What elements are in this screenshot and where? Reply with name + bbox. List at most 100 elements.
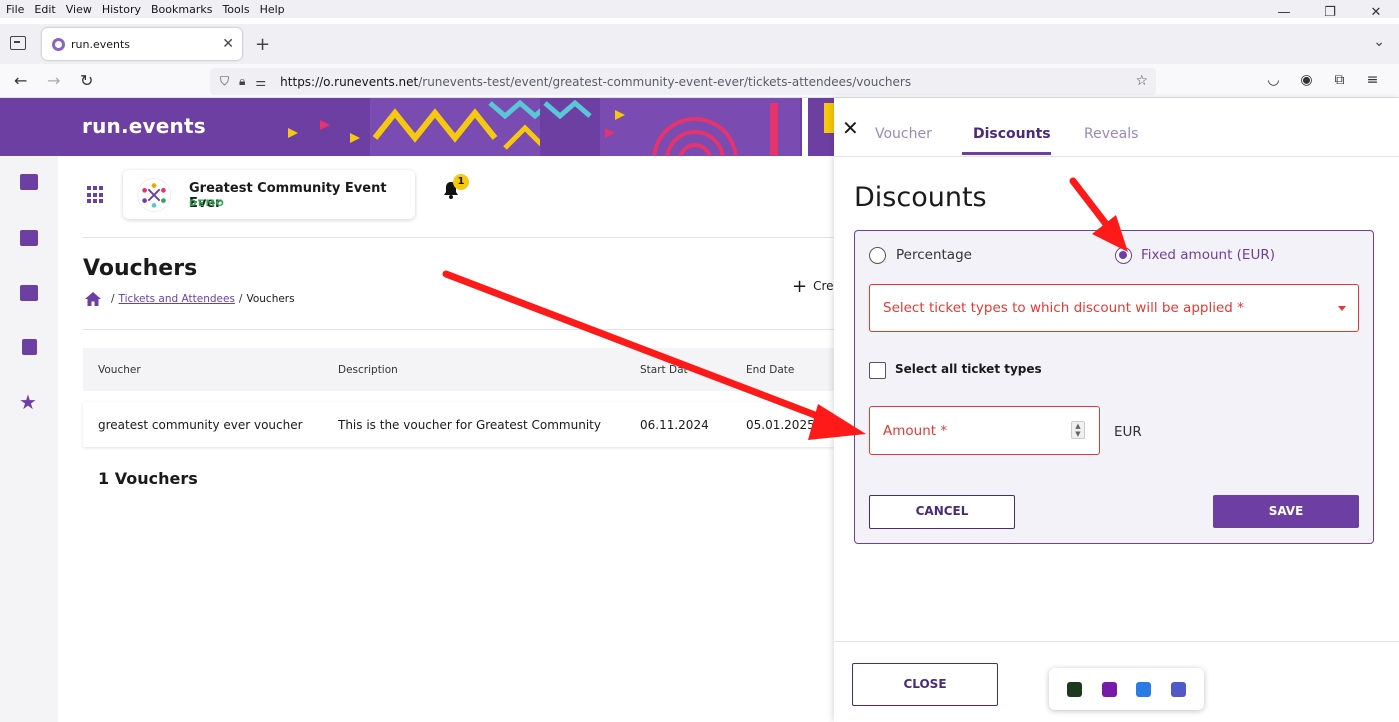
- star-icon[interactable]: ★: [19, 390, 37, 414]
- menu-bar: File Edit View History Bookmarks Tools H…: [0, 0, 1399, 18]
- forward-icon[interactable]: →: [47, 71, 60, 90]
- extensions-icon[interactable]: ⧉: [1323, 72, 1356, 88]
- radio-percentage[interactable]: [869, 247, 886, 264]
- menu-view[interactable]: View: [66, 3, 92, 16]
- nav-bar: ← → ↻ ⛉ 🔒︎ ⚌ https://o.runevents.net/run…: [0, 64, 1399, 98]
- url-bar[interactable]: ⛉ 🔒︎ ⚌ https://o.runevents.net/runevents…: [210, 68, 1156, 95]
- col-header-voucher[interactable]: Voucher: [98, 348, 141, 391]
- folder-icon[interactable]: [20, 285, 38, 301]
- plus-icon: +: [792, 276, 808, 297]
- cell-start-date: 06.11.2024: [640, 417, 709, 432]
- url-path: /runevents-test/event/greatest-community…: [418, 74, 912, 89]
- cancel-button[interactable]: CANCEL: [869, 495, 1015, 529]
- restore-icon[interactable]: ❐: [1307, 0, 1353, 24]
- lock-icon[interactable]: 🔒︎: [239, 74, 245, 89]
- pocket-icon[interactable]: ◡: [1257, 72, 1290, 88]
- event-demo-badge: DEMO: [189, 199, 226, 209]
- col-header-description[interactable]: Description: [338, 348, 398, 391]
- page-title: Vouchers: [83, 256, 198, 281]
- save-button[interactable]: SAVE: [1213, 495, 1359, 528]
- chat-icon[interactable]: [20, 174, 38, 190]
- number-spinner-icon[interactable]: ▲ ▼: [1071, 421, 1085, 439]
- currency-label: EUR: [1114, 424, 1142, 440]
- menu-bookmarks[interactable]: Bookmarks: [151, 3, 212, 16]
- clipboard-icon[interactable]: [22, 339, 37, 355]
- teams-icon[interactable]: [1171, 681, 1187, 697]
- close-button[interactable]: CLOSE: [852, 663, 998, 706]
- shield-app-icon[interactable]: [1136, 681, 1152, 697]
- create-label: Cre: [813, 279, 834, 293]
- voucher-count: 1 Vouchers: [98, 469, 198, 488]
- cell-voucher: greatest community ever voucher: [98, 417, 303, 432]
- tab-reveals[interactable]: Reveals: [1084, 126, 1138, 142]
- breadcrumb: / Tickets and Attendees / Vouchers: [85, 292, 295, 306]
- breadcrumb-current: Vouchers: [246, 293, 295, 305]
- breadcrumb-separator: /: [238, 293, 243, 305]
- toolbar-right: ◡ ◉ ⧉ ≡: [1257, 72, 1389, 88]
- col-header-start-date[interactable]: Start Date: [640, 348, 688, 391]
- apps-grid-icon[interactable]: [87, 186, 105, 204]
- tab-voucher[interactable]: Voucher: [875, 126, 932, 142]
- bookmark-star-icon[interactable]: ☆: [1135, 73, 1148, 89]
- select-all-label[interactable]: Select all ticket types: [895, 362, 1042, 376]
- ticket-types-select[interactable]: Select ticket types to which discount wi…: [869, 284, 1359, 332]
- shield-icon[interactable]: ⛉: [220, 74, 229, 89]
- tab-list-icon[interactable]: [10, 36, 26, 50]
- browser-tab[interactable]: run.events ✕: [42, 28, 242, 60]
- divider: [83, 237, 834, 238]
- notification-badge: 1: [453, 174, 469, 190]
- url-host: https://o.runevents.net: [280, 74, 419, 89]
- menu-help[interactable]: Help: [260, 3, 285, 16]
- caret-down-icon: [1338, 306, 1346, 311]
- app-logo[interactable]: run.events: [82, 114, 206, 138]
- drawer-title: Discounts: [854, 182, 987, 213]
- menu-tools[interactable]: Tools: [222, 3, 249, 16]
- chevron-down-icon[interactable]: ⌄: [1373, 34, 1385, 50]
- event-selector[interactable]: Greatest Community Event Ever DEMO: [123, 170, 415, 219]
- cell-description: This is the voucher for Greatest Communi…: [338, 417, 601, 432]
- create-voucher-button[interactable]: + Cre: [792, 276, 834, 297]
- table-row[interactable]: greatest community ever voucher This is …: [83, 402, 834, 447]
- reload-icon[interactable]: ↻: [80, 71, 93, 90]
- tab-title: run.events: [71, 37, 131, 51]
- home-icon[interactable]: [85, 292, 101, 306]
- table-header: Voucher Description Start Date End Date: [83, 348, 834, 391]
- amount-placeholder: Amount *: [883, 423, 948, 439]
- back-icon[interactable]: ←: [14, 71, 27, 90]
- radio-fixed-amount-label[interactable]: Fixed amount (EUR): [1141, 247, 1275, 263]
- cell-end-date: 05.01.2025: [746, 417, 815, 432]
- amount-input[interactable]: Amount * ▲ ▼: [869, 406, 1100, 455]
- voucher-drawer: ✕ Voucher Discounts Reveals Discounts Pe…: [834, 98, 1399, 722]
- favicon-icon: [52, 37, 65, 51]
- breadcrumb-tickets-attendees[interactable]: Tickets and Attendees: [119, 293, 235, 305]
- window-controls: — ❐ ✕: [1261, 0, 1399, 24]
- divider: [83, 329, 834, 330]
- tab-bar: run.events ✕ + ⌄: [0, 24, 1399, 64]
- discount-form: Percentage Fixed amount (EUR) Select tic…: [854, 230, 1374, 544]
- col-header-end-date[interactable]: End Date: [746, 348, 794, 391]
- ticket-types-placeholder: Select ticket types to which discount wi…: [883, 300, 1244, 316]
- image-icon[interactable]: [20, 230, 38, 246]
- radio-percentage-label[interactable]: Percentage: [896, 247, 972, 263]
- tab-discounts[interactable]: Discounts: [973, 126, 1051, 142]
- taskbar-tray: [1049, 668, 1204, 710]
- onenote-icon[interactable]: [1101, 681, 1117, 697]
- url-text[interactable]: https://o.runevents.net/runevents-test/e…: [280, 75, 911, 89]
- permissions-icon[interactable]: ⚌: [255, 75, 266, 89]
- menu-file[interactable]: File: [6, 3, 24, 16]
- menu-history[interactable]: History: [102, 3, 141, 16]
- new-tab-icon[interactable]: +: [255, 34, 270, 55]
- radio-fixed-amount[interactable]: [1115, 247, 1132, 264]
- account-icon[interactable]: ◉: [1290, 72, 1323, 88]
- app-menu-icon[interactable]: ≡: [1356, 72, 1389, 88]
- close-icon[interactable]: ✕: [842, 116, 859, 140]
- menu-edit[interactable]: Edit: [34, 3, 55, 16]
- breadcrumb-separator: /: [111, 293, 115, 305]
- minimize-icon[interactable]: —: [1261, 0, 1307, 24]
- select-all-checkbox[interactable]: [869, 362, 886, 379]
- divider: [834, 641, 1399, 642]
- close-window-icon[interactable]: ✕: [1353, 0, 1399, 24]
- terminal-icon[interactable]: [1066, 681, 1082, 697]
- tab-close-icon[interactable]: ✕: [222, 36, 234, 52]
- divider: [834, 156, 1399, 157]
